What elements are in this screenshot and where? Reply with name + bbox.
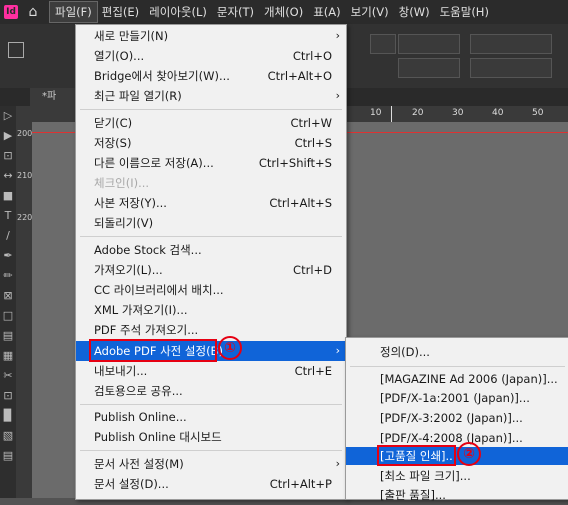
menu-item-publish-online[interactable]: Publish Online... (76, 407, 346, 427)
selection-tool-icon[interactable]: ▷ (0, 106, 16, 126)
menu-item-share-for-review[interactable]: 검토용으로 공유... (76, 381, 346, 401)
hruler-label: 40 (492, 108, 504, 118)
page-tool-icon[interactable]: ⊡ (0, 146, 16, 166)
menu-view[interactable]: 보기(V) (346, 2, 394, 22)
menu-item-check-in: 체크인(I)... (94, 176, 150, 190)
submenu-arrow-icon: › (335, 89, 340, 102)
pen-tool-icon[interactable]: ✒ (0, 246, 16, 266)
opacity-field[interactable] (398, 58, 460, 78)
menu-item-place-cc-library[interactable]: CC 라이브러리에서 배치... (76, 280, 346, 300)
reference-point-icon[interactable] (8, 42, 24, 58)
menu-item-publish-online-dashboard[interactable]: Publish Online 대시보드 (76, 427, 346, 447)
menu-edit[interactable]: 편집(E) (97, 2, 144, 22)
submenu-item-pdfx1a[interactable]: [PDF/X-1a:2001 (Japan)]... (346, 388, 568, 408)
vruler-label: 200 (17, 129, 33, 138)
note-tool-icon[interactable]: ▤ (0, 446, 16, 466)
rectangle-tool-icon[interactable]: □ (0, 306, 16, 326)
menu-item-place[interactable]: 가져오기(L)... Ctrl+D (76, 260, 346, 280)
app-logo: Id (4, 5, 18, 19)
menu-item-open-recent[interactable]: 최근 파일 열기(R) › (76, 86, 346, 106)
gradient-feather-tool-icon[interactable]: ▧ (0, 426, 16, 446)
menu-bar: Id ⌂ 파일(F) 편집(E) 레이아웃(L) 문자(T) 개체(O) 표(A… (0, 0, 568, 24)
rotate-field[interactable] (470, 34, 552, 54)
submenu-arrow-icon: › (335, 457, 340, 470)
shear-field[interactable] (470, 58, 552, 78)
menu-separator (80, 404, 342, 405)
vertical-ruler: 200 210 220 (16, 106, 33, 498)
hruler-label: 20 (412, 108, 424, 118)
menu-window[interactable]: 창(W) (394, 2, 435, 22)
menu-separator (80, 109, 342, 110)
menu-item-document-presets[interactable]: 문서 사전 설정(M) › (76, 454, 346, 474)
hruler-label: 30 (452, 108, 464, 118)
stroke-field[interactable] (398, 34, 460, 54)
menu-item-open[interactable]: 열기(O)... Ctrl+O (76, 46, 346, 66)
submenu-item-define[interactable]: 정의(D)... (346, 342, 568, 362)
free-transform-tool-icon[interactable]: ⊡ (0, 386, 16, 406)
menu-help[interactable]: 도움말(H) (435, 2, 494, 22)
hruler-label: 10 (370, 108, 382, 118)
menu-item-new[interactable]: 새로 만들기(N) › (76, 26, 346, 46)
pdf-presets-submenu: 정의(D)... [MAGAZINE Ad 2006 (Japan)]... [… (345, 337, 568, 502)
pencil-tool-icon[interactable]: ✏ (0, 266, 16, 286)
submenu-arrow-icon: › (335, 29, 340, 42)
grid-tool-icon[interactable]: ▦ (0, 346, 16, 366)
submenu-item-pdfx3[interactable]: [PDF/X-3:2002 (Japan)]... (346, 408, 568, 428)
home-icon[interactable]: ⌂ (24, 4, 42, 20)
menu-separator (350, 366, 565, 367)
menu-file[interactable]: 파일(F) (49, 1, 98, 23)
menu-separator (80, 236, 342, 237)
vruler-label: 220 (17, 213, 33, 222)
annotation-box-2 (377, 445, 456, 466)
tools-panel: ▷ ▶ ⊡ ↔ ■ T / ✒ ✏ ⊠ □ ▤ ▦ ✂ ⊡ ▉ ▧ ▤ (0, 106, 16, 498)
menu-item-browse-bridge[interactable]: Bridge에서 찾아보기(W)... Ctrl+Alt+O (76, 66, 346, 86)
stroke-weight-field[interactable] (370, 34, 396, 54)
annotation-box-1 (89, 339, 217, 362)
menu-item-save[interactable]: 저장(S) Ctrl+S (76, 133, 346, 153)
annotation-marker-1: ① (218, 336, 242, 360)
menu-item-save-as[interactable]: 다른 이름으로 저장(A)... Ctrl+Shift+S (76, 153, 346, 173)
menu-item-revert[interactable]: 되돌리기(V) (76, 213, 346, 233)
menu-item-adobe-stock[interactable]: Adobe Stock 검색... (76, 240, 346, 260)
menu-type[interactable]: 문자(T) (212, 2, 259, 22)
content-collector-icon[interactable]: ■ (0, 186, 16, 206)
direct-selection-tool-icon[interactable]: ▶ (0, 126, 16, 146)
scissors-tool-icon[interactable]: ✂ (0, 366, 16, 386)
menu-table[interactable]: 표(A) (308, 2, 345, 22)
submenu-arrow-icon: › (335, 344, 340, 357)
rectangle-frame-tool-icon[interactable]: ⊠ (0, 286, 16, 306)
menu-item-document-setup[interactable]: 문서 설정(D)... Ctrl+Alt+P (76, 474, 346, 494)
submenu-item-magazine-ad[interactable]: [MAGAZINE Ad 2006 (Japan)]... (346, 369, 568, 389)
file-menu-dropdown: 새로 만들기(N) › 열기(O)... Ctrl+O Bridge에서 찾아보기(… (75, 24, 347, 500)
ruler-cursor-marker (391, 106, 392, 122)
menu-layout[interactable]: 레이아웃(L) (144, 2, 212, 22)
menu-separator (80, 450, 342, 451)
menu-item-export[interactable]: 내보내기... Ctrl+E (76, 361, 346, 381)
menu-object[interactable]: 개체(O) (259, 2, 308, 22)
hruler-label: 50 (532, 108, 544, 118)
submenu-item-smallest-file[interactable]: [최소 파일 크기]... (346, 466, 568, 486)
annotation-marker-2: ② (457, 442, 481, 466)
submenu-item-press-quality[interactable]: [출판 품질]... (346, 485, 568, 505)
table-tool-icon[interactable]: ▤ (0, 326, 16, 346)
vruler-label: 210 (17, 171, 33, 180)
menu-item-import-pdf-comments[interactable]: PDF 주석 가져오기... (76, 320, 346, 340)
line-tool-icon[interactable]: / (0, 226, 16, 246)
gradient-tool-icon[interactable]: ▉ (0, 406, 16, 426)
type-tool-icon[interactable]: T (0, 206, 16, 226)
menu-item-close[interactable]: 닫기(C) Ctrl+W (76, 113, 346, 133)
menu-item-import-xml[interactable]: XML 가져오기(I)... (76, 300, 346, 320)
gap-tool-icon[interactable]: ↔ (0, 166, 16, 186)
menu-item-save-copy[interactable]: 사본 저장(Y)... Ctrl+Alt+S (76, 193, 346, 213)
